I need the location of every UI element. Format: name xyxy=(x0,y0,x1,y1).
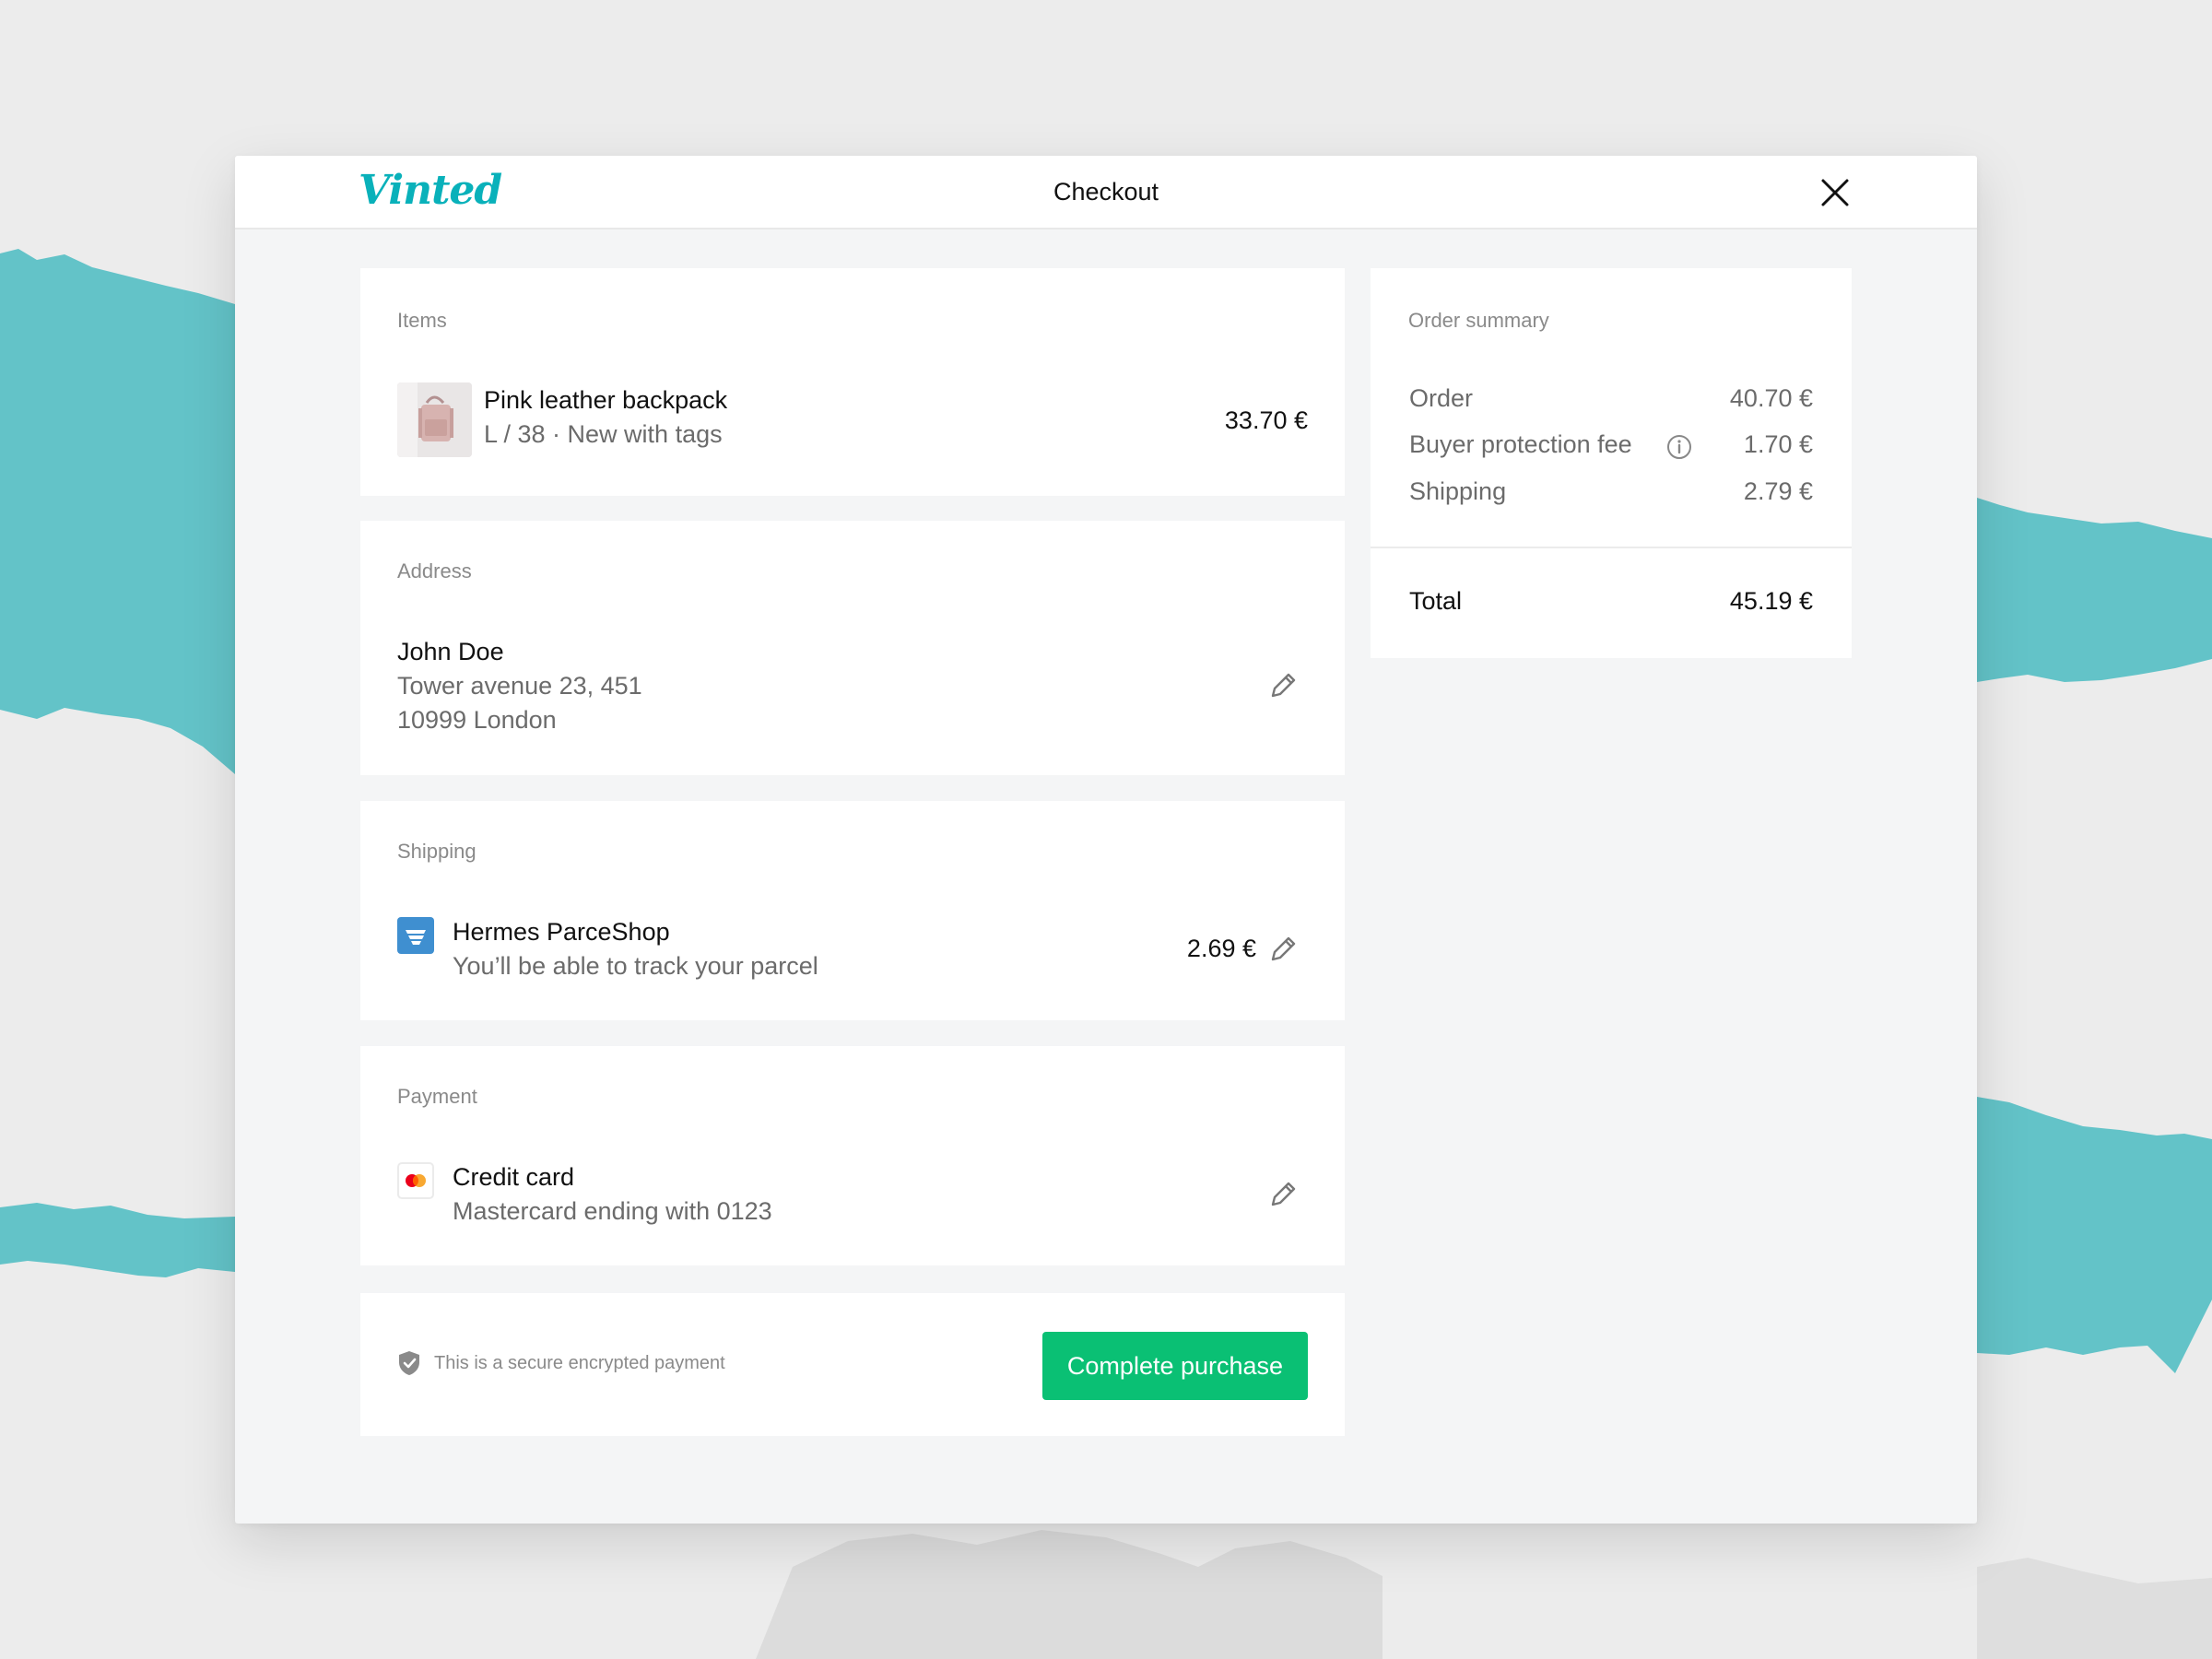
summary-order-value: 40.70 € xyxy=(1729,384,1813,412)
address-section-label: Address xyxy=(397,559,472,582)
shipping-carrier: Hermes ParceShop xyxy=(453,918,670,946)
product-price: 33.70 € xyxy=(1224,406,1308,434)
shipping-section-label: Shipping xyxy=(397,840,477,863)
edit-address-button[interactable] xyxy=(1267,670,1299,701)
complete-purchase-button[interactable]: Complete purchase xyxy=(1042,1332,1308,1400)
order-summary-label: Order summary xyxy=(1408,309,1549,332)
summary-shipping-value: 2.79 € xyxy=(1743,477,1813,505)
close-button[interactable] xyxy=(1817,174,1853,211)
order-summary-card: Order summary Order 40.70 € Buyer protec… xyxy=(1371,268,1852,658)
secure-payment-text: This is a secure encrypted payment xyxy=(434,1353,725,1373)
edit-icon xyxy=(1271,1182,1296,1206)
address-card: Address John Doe Tower avenue 23, 451 10… xyxy=(360,521,1345,775)
summary-total-label: Total xyxy=(1409,587,1463,615)
modal-header: Vinted Checkout xyxy=(235,156,1977,229)
payment-section-label: Payment xyxy=(397,1085,477,1108)
items-card: Items Pink leather backpack L / 38 · New… xyxy=(360,268,1345,496)
shipping-price: 2.69 € xyxy=(1186,935,1256,962)
summary-total-value: 45.19 € xyxy=(1729,587,1813,615)
purchase-card: This is a secure encrypted payment Compl… xyxy=(360,1293,1345,1436)
edit-icon xyxy=(1271,936,1296,961)
close-icon xyxy=(1821,179,1849,206)
checkout-modal: Vinted Checkout Items Pink leather backp… xyxy=(235,156,1977,1524)
hermes-logo-icon xyxy=(397,917,434,954)
shipping-note: You’ll be able to track your parcel xyxy=(453,952,818,980)
shipping-card: Shipping Hermes ParceShop You’ll be able… xyxy=(360,801,1345,1020)
info-icon[interactable] xyxy=(1666,434,1692,460)
mastercard-icon xyxy=(397,1162,434,1199)
edit-shipping-button[interactable] xyxy=(1267,934,1299,965)
shield-check-icon xyxy=(397,1350,421,1376)
address-line-1: Tower avenue 23, 451 xyxy=(397,672,642,700)
summary-row-buyer-protection: Buyer protection fee 1.70 € xyxy=(1409,430,1813,467)
product-name[interactable]: Pink leather backpack xyxy=(484,386,727,415)
address-name: John Doe xyxy=(397,638,504,665)
address-line-2: 10999 London xyxy=(397,706,557,734)
page-title: Checkout xyxy=(1053,178,1159,206)
edit-icon xyxy=(1271,673,1296,698)
product-details: L / 38 · New with tags xyxy=(484,420,723,448)
summary-buyer-protection-value: 1.70 € xyxy=(1743,430,1813,458)
payment-detail: Mastercard ending with 0123 xyxy=(453,1197,772,1225)
payment-method: Credit card xyxy=(453,1163,575,1191)
summary-row-order: Order 40.70 € xyxy=(1409,384,1813,421)
backpack-image xyxy=(397,382,472,457)
items-section-label: Items xyxy=(397,309,447,332)
payment-card: Payment Credit card Mastercard ending wi… xyxy=(360,1046,1345,1265)
summary-row-shipping: Shipping 2.79 € xyxy=(1409,477,1813,514)
summary-shipping-label: Shipping xyxy=(1409,477,1507,505)
summary-order-label: Order xyxy=(1409,384,1474,412)
edit-payment-button[interactable] xyxy=(1267,1179,1299,1210)
summary-divider xyxy=(1371,547,1852,548)
summary-row-total: Total 45.19 € xyxy=(1409,587,1813,624)
summary-buyer-protection-label: Buyer protection fee xyxy=(1409,430,1632,458)
product-thumbnail[interactable] xyxy=(397,382,472,457)
